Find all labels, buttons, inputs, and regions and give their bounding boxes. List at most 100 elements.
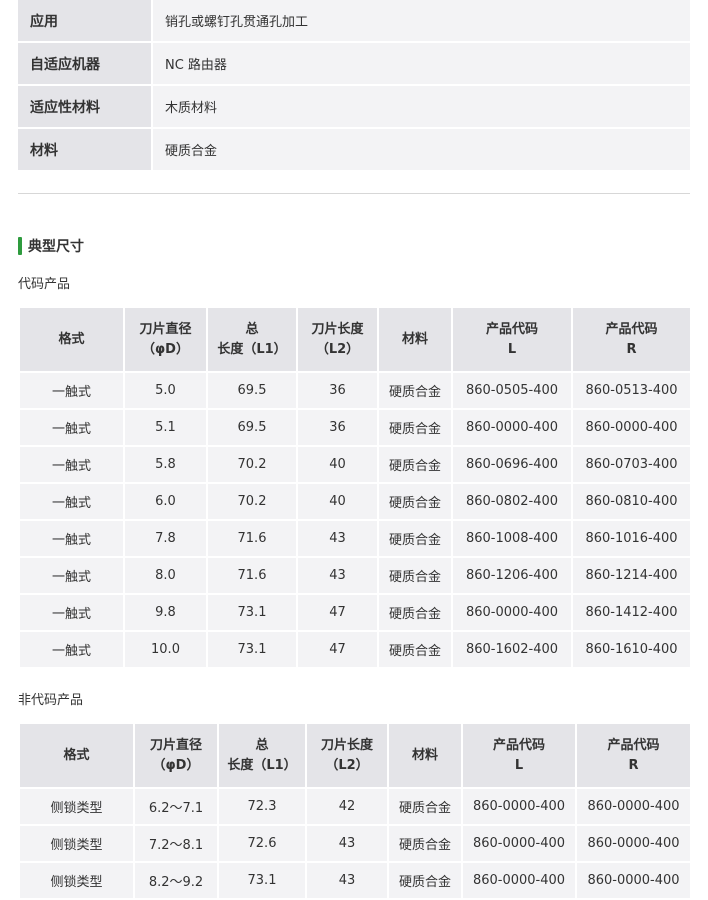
table-cell: 36	[296, 371, 379, 410]
table-cell: 860-0703-400	[571, 445, 692, 484]
table-cell: 侧锁类型	[18, 861, 135, 900]
header-label: 长度（L1）	[227, 757, 297, 773]
table-cell: 860-1610-400	[571, 630, 692, 669]
column-header: 产品代码 L	[451, 306, 573, 373]
table-cell: 73.1	[217, 861, 307, 900]
noncoded-subtitle: 非代码产品	[18, 693, 84, 708]
table-cell: 硬质合金	[377, 556, 453, 595]
table-cell: 860-0000-400	[461, 861, 577, 900]
table-cell: 一触式	[18, 519, 125, 558]
header-label: 产品代码	[607, 737, 660, 753]
table-row: 侧锁类型 6.2～7.1 72.3 42 硬质合金 860-0000-400 860-000…	[18, 787, 692, 826]
table-cell: 硬质合金	[377, 519, 453, 558]
table-cell: 一触式	[18, 408, 125, 447]
table-cell: 69.5	[206, 371, 298, 410]
column-header: 材料	[387, 722, 463, 789]
section-heading: 典型尺寸	[18, 236, 84, 256]
spec-table: 应用 销孔或螺钉孔贯通孔加工 自适应机器 NC 路由器 适应性材料 木质材料 材…	[18, 0, 690, 172]
column-header: 刀片长度 （L2）	[305, 722, 389, 789]
spec-row: 自适应机器 NC 路由器	[18, 43, 690, 86]
header-row: 格式 刀片直径 （φD） 总长度（L1） 刀片长度 （L2） 材料 产品代码 L 产品代码 R	[18, 722, 692, 789]
table-cell: 侧锁类型	[18, 824, 135, 863]
table-cell: 硬质合金	[387, 824, 463, 863]
table-cell: 8.2～9.2	[133, 861, 219, 900]
spec-value: 木质材料	[151, 86, 690, 129]
table-cell: 6.2～7.1	[133, 787, 219, 826]
table-cell: 36	[296, 408, 379, 447]
table-cell: 6.0	[123, 482, 208, 521]
header-label: 刀片直径	[149, 737, 202, 753]
table-cell: 5.1	[123, 408, 208, 447]
header-label: 产品代码	[605, 321, 658, 337]
table-cell: 43	[305, 824, 389, 863]
column-header: 格式	[18, 722, 135, 789]
table-cell: 硬质合金	[377, 630, 453, 669]
table-cell: 71.6	[206, 519, 298, 558]
table-cell: 860-0000-400	[451, 593, 573, 632]
header-label: 格式	[63, 747, 90, 763]
header-label: 格式	[58, 331, 85, 347]
table-cell: 7.8	[123, 519, 208, 558]
table-cell: 硬质合金	[377, 408, 453, 447]
spec-key: 自适应机器	[18, 43, 151, 86]
table-cell: 860-0505-400	[451, 371, 573, 410]
spec-value: 销孔或螺钉孔贯通孔加工	[151, 0, 690, 43]
column-header: 刀片长度 （L2）	[296, 306, 379, 373]
table-cell: 47	[296, 630, 379, 669]
coded-products-table: 格式 刀片直径 （φD） 总长度（L1） 刀片长度 （L2） 材料 产品代码 L 产品代码 R 一触…	[18, 306, 692, 669]
table-cell: 一触式	[18, 371, 125, 410]
table-cell: 860-1602-400	[451, 630, 573, 669]
header-label: L	[507, 341, 517, 357]
section-marker	[18, 237, 22, 255]
table-row: 一触式 5.8 70.2 40 硬质合金 860-0696-400 860-0703-400	[18, 445, 692, 484]
column-header: 产品代码 L	[461, 722, 577, 789]
table-cell: 10.0	[123, 630, 208, 669]
table-row: 侧锁类型 7.2～8.1 72.6 43 硬质合金 860-0000-400 860-000…	[18, 824, 692, 863]
header-label: 长度（L1）	[217, 341, 287, 357]
column-header: 格式	[18, 306, 125, 373]
header-label: 总	[255, 737, 269, 753]
table-cell: 860-0000-400	[451, 408, 573, 447]
coded-subtitle: 代码产品	[18, 277, 71, 292]
table-cell: 70.2	[206, 482, 298, 521]
table-row: 侧锁类型 8.2～9.2 73.1 43 硬质合金 860-0000-400 860-000…	[18, 861, 692, 900]
table-cell: 860-0000-400	[575, 824, 692, 863]
table-cell: 硬质合金	[387, 787, 463, 826]
table-cell: 69.5	[206, 408, 298, 447]
table-cell: 一触式	[18, 593, 125, 632]
table-cell: 73.1	[206, 593, 298, 632]
column-header: 总长度（L1）	[206, 306, 298, 373]
section-title: 典型尺寸	[28, 239, 84, 255]
table-cell: 860-0513-400	[571, 371, 692, 410]
table-cell: 侧锁类型	[18, 787, 135, 826]
column-header: 产品代码 R	[571, 306, 692, 373]
table-cell: 40	[296, 482, 379, 521]
table-cell: 860-0000-400	[575, 787, 692, 826]
spec-value: NC 路由器	[151, 43, 690, 86]
table-cell: 一触式	[18, 445, 125, 484]
column-header: 产品代码 R	[575, 722, 692, 789]
table-row: 一触式 5.1 69.5 36 硬质合金 860-0000-400 860-0000-400	[18, 408, 692, 447]
table-cell: 硬质合金	[377, 482, 453, 521]
table-cell: 43	[296, 519, 379, 558]
table-cell: 43	[305, 861, 389, 900]
header-label: L	[514, 757, 524, 773]
header-label: 刀片长度	[311, 321, 364, 337]
header-label: （φD）	[142, 341, 189, 357]
table-cell: 860-0802-400	[451, 482, 573, 521]
table-cell: 40	[296, 445, 379, 484]
table-cell: 860-0696-400	[451, 445, 573, 484]
table-row: 一触式 9.8 73.1 47 硬质合金 860-0000-400 860-1412-400	[18, 593, 692, 632]
spec-value: 硬质合金	[151, 129, 690, 172]
table-cell: 71.6	[206, 556, 298, 595]
table-cell: 一触式	[18, 630, 125, 669]
table-cell: 860-0000-400	[571, 408, 692, 447]
table-cell: 860-1412-400	[571, 593, 692, 632]
table-cell: 860-1206-400	[451, 556, 573, 595]
table-row: 一触式 6.0 70.2 40 硬质合金 860-0802-400 860-0810-400	[18, 482, 692, 521]
table-cell: 硬质合金	[387, 861, 463, 900]
header-row: 格式 刀片直径 （φD） 总长度（L1） 刀片长度 （L2） 材料 产品代码 L 产品代码 R	[18, 306, 692, 373]
table-cell: 硬质合金	[377, 371, 453, 410]
table-cell: 硬质合金	[377, 593, 453, 632]
table-cell: 860-1016-400	[571, 519, 692, 558]
